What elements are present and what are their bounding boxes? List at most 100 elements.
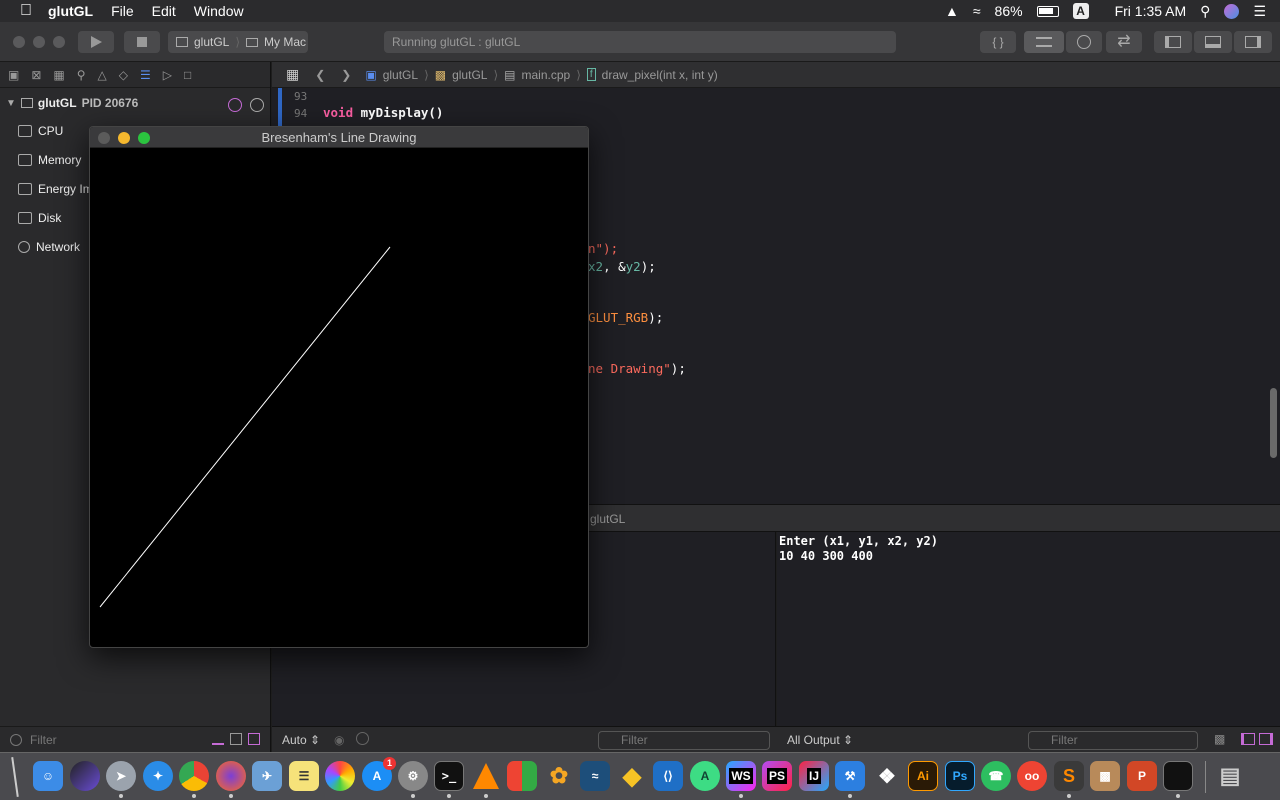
breadcrumb-folder[interactable]: glutGL	[452, 68, 487, 82]
illustrator-icon[interactable]: Ai	[908, 761, 938, 791]
system-preferences-icon[interactable]: ⚙	[398, 761, 428, 791]
input-source-icon[interactable]: A	[1072, 3, 1089, 19]
preview-icon[interactable]: ✈	[252, 761, 282, 791]
archive-utility-icon[interactable]: ▩	[1090, 761, 1120, 791]
glut-minimize-button[interactable]	[118, 132, 130, 144]
vscode-icon[interactable]: ⟨⟩	[653, 761, 683, 791]
run-button[interactable]	[78, 31, 114, 53]
toggle-inspector-button[interactable]	[1234, 31, 1272, 53]
toggle-navigator-button[interactable]	[1154, 31, 1192, 53]
vlc-menu-icon[interactable]: ▲	[945, 3, 959, 19]
intellij-icon[interactable]: IJ	[799, 761, 829, 791]
android-studio-icon[interactable]: A	[690, 761, 720, 791]
find-icon[interactable]: ⚲	[77, 68, 86, 82]
version-editor-button[interactable]: ⇄	[1106, 31, 1142, 53]
window-minimize-button[interactable]	[33, 36, 45, 48]
activity-monitor-icon[interactable]	[1163, 761, 1193, 791]
console-filter-input[interactable]: Filter	[1028, 731, 1198, 750]
report-icon[interactable]: □	[184, 68, 191, 82]
breadcrumb-project[interactable]: glutGL	[383, 68, 418, 82]
menu-edit[interactable]: Edit	[152, 3, 176, 19]
notification-center-icon[interactable]: ☰	[1253, 3, 1266, 20]
eye-icon[interactable]: ◉	[334, 733, 344, 747]
glut-close-button[interactable]	[98, 132, 110, 144]
tableplus-icon[interactable]: ✿	[544, 761, 574, 791]
battery-icon[interactable]	[1036, 5, 1059, 17]
auto-selector[interactable]: Auto ⇕	[282, 733, 320, 747]
menu-app-name[interactable]: glutGL	[48, 3, 93, 19]
xcode-icon[interactable]: ⚒	[835, 761, 865, 791]
filter-options-icon[interactable]	[230, 733, 242, 745]
split-left-icon[interactable]	[1241, 733, 1255, 745]
filter-options-icon[interactable]	[212, 733, 224, 745]
clock[interactable]: Fri 1:35 AM	[1115, 3, 1187, 19]
flickr-icon[interactable]: oo	[1017, 761, 1047, 791]
toggle-debug-area-button[interactable]	[1194, 31, 1232, 53]
split-right-icon[interactable]	[1259, 733, 1273, 745]
vlc-icon[interactable]	[471, 761, 501, 791]
info-icon[interactable]	[356, 732, 369, 745]
forward-icon[interactable]: ❯	[341, 68, 351, 82]
debug-icon[interactable]: ☰	[140, 68, 151, 82]
glut-window[interactable]: Bresenham's Line Drawing	[89, 126, 589, 648]
source-control-icon[interactable]: ⊠	[31, 68, 41, 82]
console-output[interactable]: Enter (x1, y1, x2, y2) 10 40 300 400	[777, 532, 1280, 726]
spotlight-icon[interactable]: ⚲	[1200, 3, 1210, 20]
folder-icon[interactable]: ▣	[8, 68, 19, 82]
glut-zoom-button[interactable]	[138, 132, 150, 144]
trash-icon[interactable]: ▩	[1214, 732, 1225, 746]
app-store-icon[interactable]: A1	[362, 757, 396, 791]
phpstorm-icon[interactable]: PS	[762, 761, 792, 791]
gauge-disk[interactable]: Disk	[18, 211, 61, 225]
terminal-icon[interactable]: >_	[434, 761, 464, 791]
gauge-memory[interactable]: Memory	[18, 153, 81, 167]
gauge-cpu[interactable]: CPU	[18, 124, 63, 138]
wifi-icon[interactable]: ≈	[973, 3, 981, 19]
gauge-toggle-icon[interactable]	[228, 98, 242, 112]
menu-file[interactable]: File	[111, 3, 134, 19]
trash-icon[interactable]: ▤	[1215, 761, 1245, 791]
navigator-filter-input[interactable]: Filter	[30, 733, 57, 747]
siri-icon[interactable]	[1224, 3, 1240, 19]
menu-window[interactable]: Window	[194, 3, 244, 19]
threads-toggle-icon[interactable]	[250, 98, 264, 112]
notes-icon[interactable]: ☰	[289, 761, 319, 791]
office-icon[interactable]	[507, 761, 537, 791]
photos-icon[interactable]	[325, 761, 355, 791]
mysql-workbench-icon[interactable]: ≈	[580, 761, 610, 791]
apple-icon[interactable]: 	[20, 2, 32, 20]
glut-titlebar[interactable]: Bresenham's Line Drawing	[90, 127, 588, 148]
finder-icon[interactable]: ☺	[33, 761, 63, 791]
photoshop-icon[interactable]: Ps	[945, 761, 975, 791]
stop-button[interactable]	[124, 31, 160, 53]
chrome-icon[interactable]	[179, 761, 209, 791]
breakpoint-icon[interactable]: ▷	[163, 68, 172, 82]
disclosure-triangle-icon[interactable]: ▼	[6, 98, 16, 109]
editor-scrollbar[interactable]	[1270, 388, 1277, 458]
battery-percent[interactable]: 86%	[995, 3, 1023, 19]
gauge-network[interactable]: Network	[18, 240, 80, 254]
window-zoom-button[interactable]	[53, 36, 65, 48]
siri-dock-icon[interactable]	[70, 761, 100, 791]
breadcrumb-function[interactable]: draw_pixel(int x, int y)	[602, 68, 718, 82]
filter-options-icon[interactable]	[248, 733, 260, 745]
safari-icon[interactable]: ✦	[143, 761, 173, 791]
standard-editor-button[interactable]	[1024, 31, 1064, 53]
variables-filter-input[interactable]: Filter	[598, 731, 770, 750]
unity-icon[interactable]: ❖	[872, 761, 902, 791]
library-button[interactable]: { }	[980, 31, 1016, 53]
breadcrumb-file[interactable]: main.cpp	[521, 68, 570, 82]
window-close-button[interactable]	[13, 36, 25, 48]
sublime-text-icon[interactable]: S	[1054, 761, 1084, 791]
evernote-icon[interactable]: ☎	[981, 761, 1011, 791]
sketch-icon[interactable]: ◆	[617, 761, 647, 791]
gl-canvas[interactable]	[90, 148, 588, 647]
firefox-icon[interactable]	[216, 761, 246, 791]
back-icon[interactable]: ❮	[315, 68, 325, 82]
test-icon[interactable]: ◇	[119, 68, 128, 82]
process-row[interactable]: ▼ glutGL PID 20676	[6, 96, 138, 110]
assistant-editor-button[interactable]	[1066, 31, 1102, 53]
related-items-icon[interactable]: ▦	[286, 66, 299, 83]
issue-icon[interactable]: △	[98, 68, 107, 82]
launchpad-icon[interactable]: ➤	[106, 761, 136, 791]
